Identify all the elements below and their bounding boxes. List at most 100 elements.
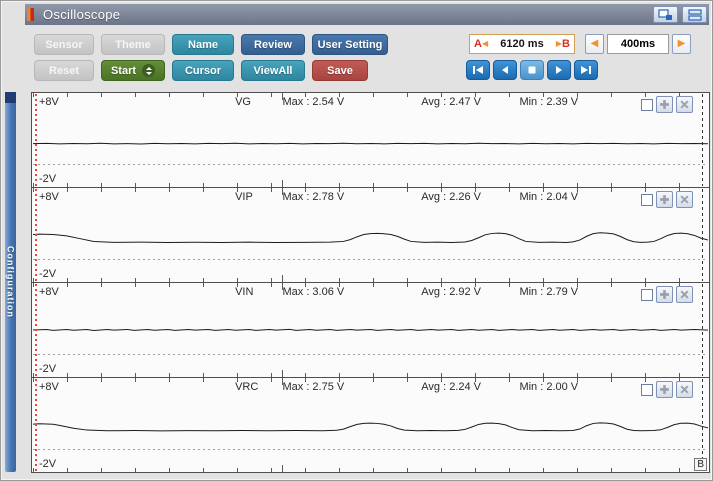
channel-name: VG	[235, 96, 251, 108]
spinner-down-icon	[145, 71, 152, 75]
channel-controls	[641, 286, 693, 303]
spinner-up-icon	[145, 66, 152, 70]
channel-max-stat: Max : 2.75 V	[282, 381, 345, 393]
cursor-a-line[interactable]	[35, 94, 37, 186]
plus-icon	[660, 385, 669, 394]
channel-min-stat: Min : 2.00 V	[519, 381, 579, 393]
app-icon	[27, 8, 34, 21]
major-tick-bottom	[282, 465, 284, 472]
channel-add-button[interactable]	[656, 286, 673, 303]
channel-add-button[interactable]	[656, 191, 673, 208]
skip-to-end-button[interactable]	[574, 60, 598, 80]
plus-icon	[660, 100, 669, 109]
review-button[interactable]: Review	[241, 34, 305, 55]
step-back-button[interactable]: ◀	[585, 34, 604, 54]
start-button-label: Start	[110, 64, 137, 77]
channel-close-button[interactable]	[676, 191, 693, 208]
channel-max-stat: Max : 2.78 V	[282, 191, 345, 203]
cursor-b-line[interactable]	[702, 284, 703, 376]
channel-avg-stat: Avg : 2.24 V	[421, 381, 481, 393]
plus-icon	[660, 290, 669, 299]
playback-controls	[466, 60, 598, 80]
skip-to-start-icon	[473, 66, 483, 74]
waveform-vrc	[33, 379, 708, 471]
reference-gridline	[33, 259, 708, 261]
reference-gridline	[33, 449, 708, 451]
waveform-vg	[33, 94, 708, 186]
channel-panel-vrc: +8V VRC Max : 2.75 V Avg : 2.24 V Min : …	[31, 377, 710, 473]
main-area: Configuration +8V VG Max : 2.54 V Avg : …	[4, 92, 711, 474]
toolbar-row-2: Reset Start Cursor ViewAll Save	[34, 60, 368, 81]
channel-avg-stat: Avg : 2.26 V	[421, 191, 481, 203]
save-button[interactable]: Save	[312, 60, 368, 81]
channel-max-stat: Max : 2.54 V	[282, 96, 345, 108]
reference-gridline	[33, 164, 708, 166]
channel-close-button[interactable]	[676, 96, 693, 113]
cursor-a-line[interactable]	[35, 189, 37, 281]
step-back-icon: ◀	[590, 38, 599, 49]
plus-icon	[660, 195, 669, 204]
channel-avg-stat: Avg : 2.47 V	[421, 96, 481, 108]
sidebar-top-cap	[5, 92, 16, 103]
channel-controls	[641, 381, 693, 398]
tile-windows-button[interactable]	[682, 6, 707, 23]
channel-add-button[interactable]	[656, 381, 673, 398]
top-voltage-label: +8V	[39, 286, 59, 298]
x-icon	[680, 100, 689, 109]
reference-gridline	[33, 354, 708, 356]
waveform-vin	[33, 284, 708, 376]
window-controls	[653, 6, 707, 23]
configuration-label: Configuration	[5, 246, 16, 318]
waveform-vip	[33, 189, 708, 281]
channel-close-button[interactable]	[676, 286, 693, 303]
theme-button[interactable]: Theme	[101, 34, 165, 55]
step-previous-button[interactable]	[493, 60, 517, 80]
stop-icon	[528, 66, 536, 74]
viewall-button[interactable]: ViewAll	[241, 60, 305, 81]
start-button[interactable]: Start	[101, 60, 165, 81]
major-tick-bottom	[282, 275, 284, 282]
cursor-a-line[interactable]	[35, 284, 37, 376]
window-title: Oscilloscope	[43, 7, 121, 22]
x-icon	[680, 195, 689, 204]
oscilloscope-window: Oscilloscope Sensor Theme Name Review Us…	[0, 0, 713, 481]
user-setting-button[interactable]: User Setting	[312, 34, 388, 55]
channel-close-button[interactable]	[676, 381, 693, 398]
channel-panel-vip: +8V VIP Max : 2.78 V Avg : 2.26 V Min : …	[31, 187, 710, 283]
time-ticks-bottom	[33, 468, 708, 472]
cursor-button[interactable]: Cursor	[172, 60, 234, 81]
step-forward-button[interactable]: ▶	[672, 34, 691, 54]
channel-checkbox[interactable]	[641, 288, 653, 301]
channel-panels: +8V VG Max : 2.54 V Avg : 2.47 V Min : 2…	[31, 92, 710, 473]
skip-to-end-icon	[581, 66, 591, 74]
channel-add-button[interactable]	[656, 96, 673, 113]
ab-range-value: 6120 ms	[500, 38, 544, 50]
sensor-button[interactable]: Sensor	[34, 34, 94, 55]
marker-b-label: B	[562, 38, 570, 50]
reset-button[interactable]: Reset	[34, 60, 94, 81]
name-button[interactable]: Name	[172, 34, 234, 55]
channel-checkbox[interactable]	[641, 193, 653, 206]
channel-avg-stat: Avg : 2.92 V	[421, 286, 481, 298]
channel-name: VIN	[235, 286, 254, 298]
detach-window-button[interactable]	[653, 6, 678, 23]
start-spinner[interactable]	[142, 64, 156, 77]
top-voltage-label: +8V	[39, 96, 59, 108]
channel-name: VIP	[235, 191, 253, 203]
cursor-a-line[interactable]	[35, 379, 37, 471]
skip-to-start-button[interactable]	[466, 60, 490, 80]
channel-min-stat: Min : 2.79 V	[519, 286, 579, 298]
configuration-sidebar-tab[interactable]: Configuration	[5, 92, 16, 472]
play-button[interactable]	[547, 60, 571, 80]
x-icon	[680, 385, 689, 394]
top-voltage-label: +8V	[39, 381, 59, 393]
stop-button[interactable]	[520, 60, 544, 80]
channel-max-stat: Max : 3.06 V	[282, 286, 345, 298]
cursor-b-line[interactable]	[702, 189, 703, 281]
channel-checkbox[interactable]	[641, 98, 653, 111]
cursor-b-line[interactable]	[702, 94, 703, 186]
detach-window-icon	[658, 8, 672, 20]
channel-min-stat: Min : 2.39 V	[519, 96, 579, 108]
channel-checkbox[interactable]	[641, 383, 653, 396]
step-value-box[interactable]: 400ms	[607, 34, 669, 54]
